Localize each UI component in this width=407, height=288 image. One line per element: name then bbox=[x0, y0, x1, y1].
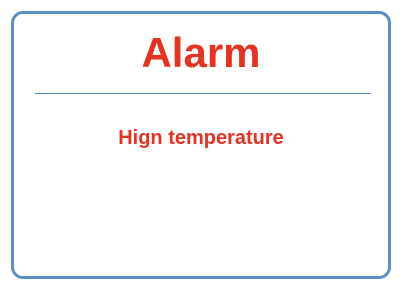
alarm-message: Hign temperature bbox=[118, 127, 284, 149]
alarm-title: Alarm bbox=[141, 29, 261, 76]
alarm-panel: Alarm Hign temperature bbox=[11, 11, 391, 279]
divider bbox=[35, 93, 371, 94]
